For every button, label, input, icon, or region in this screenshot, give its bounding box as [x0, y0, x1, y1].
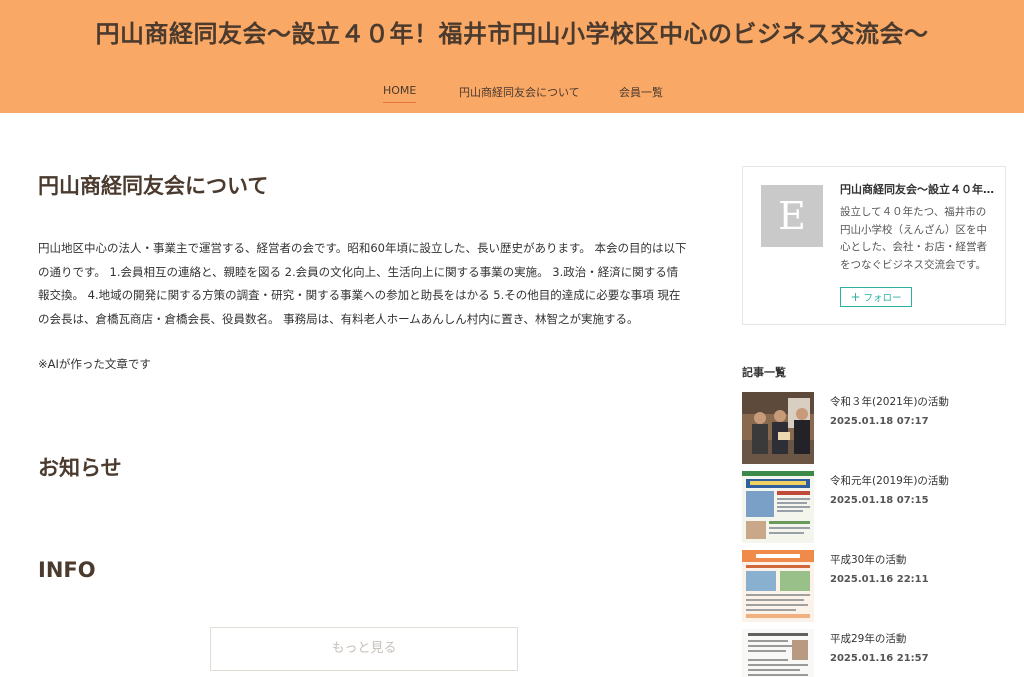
see-more-button[interactable]: もっと見る: [210, 627, 518, 671]
article-thumbnail[interactable]: [742, 392, 814, 464]
article-title[interactable]: 令和３年(2021年)の活動: [830, 394, 949, 409]
info-heading: INFO: [38, 558, 96, 582]
plus-icon: +: [850, 290, 861, 304]
article-item[interactable]: 平成30年の活動 2025.01.16 22:11: [742, 550, 1006, 622]
article-date: 2025.01.18 07:15: [830, 495, 929, 506]
nav-about[interactable]: 円山商経同友会について: [459, 84, 580, 100]
follow-button[interactable]: + フォロー: [840, 287, 912, 307]
about-body-text: 円山地区中心の法人・事業主で運営する、経営者の会です。昭和60年頃に設立した、長…: [38, 241, 687, 326]
main-nav: HOME 円山商経同友会について 会員一覧: [0, 84, 1024, 104]
article-item[interactable]: 平成29年の活動 2025.01.16 21:57: [742, 629, 1006, 677]
ai-note: ※AIが作った文章です: [38, 357, 151, 371]
article-date: 2025.01.18 07:17: [830, 416, 929, 427]
article-thumbnail[interactable]: [742, 471, 814, 543]
nav-home[interactable]: HOME: [383, 84, 417, 103]
profile-description: 設立して４０年たつ、福井市の円山小学校（えんざん）区を中心とした、会社・お店・経…: [840, 206, 987, 271]
articles-title: 記事一覧: [742, 366, 786, 379]
nav-members[interactable]: 会員一覧: [619, 84, 663, 100]
profile-card: E 円山商経同友会〜設立４０年！福井市円山小学校区中心のビジネス交流会〜 設立し…: [742, 166, 1006, 325]
site-title[interactable]: 円山商経同友会〜設立４０年！福井市円山小学校区中心のビジネス交流会〜: [0, 14, 1024, 49]
site-header: 円山商経同友会〜設立４０年！福井市円山小学校区中心のビジネス交流会〜 HOME …: [0, 0, 1024, 113]
article-title[interactable]: 平成30年の活動: [830, 552, 906, 567]
article-title[interactable]: 平成29年の活動: [830, 631, 906, 646]
news-heading: お知らせ: [38, 456, 122, 480]
article-item[interactable]: 令和元年(2019年)の活動 2025.01.18 07:15: [742, 471, 1006, 543]
page-title: 円山商経同友会について: [38, 174, 269, 198]
article-date: 2025.01.16 21:57: [830, 653, 929, 664]
article-date: 2025.01.16 22:11: [830, 574, 929, 585]
article-title[interactable]: 令和元年(2019年)の活動: [830, 473, 949, 488]
follow-label: フォロー: [863, 293, 902, 304]
profile-name[interactable]: 円山商経同友会〜設立４０年！福井市円山小学校区中心のビジネス交流会〜: [840, 181, 996, 197]
article-item[interactable]: 令和３年(2021年)の活動 2025.01.18 07:17: [742, 392, 1006, 464]
avatar[interactable]: E: [761, 185, 823, 247]
article-thumbnail[interactable]: [742, 550, 814, 622]
article-thumbnail[interactable]: [742, 629, 814, 677]
